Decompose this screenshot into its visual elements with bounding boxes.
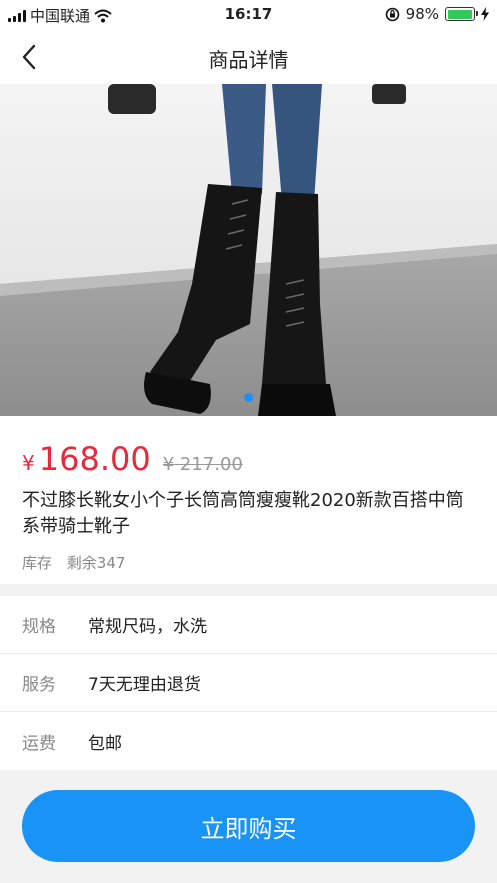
page-title: 商品详情: [208, 48, 289, 72]
attribute-row-shipping[interactable]: 运费 包邮: [0, 712, 497, 770]
price-currency: ¥: [22, 451, 35, 475]
product-title: 不过膝长靴女小个子长筒高筒瘦瘦靴2020新款百搭中筒系带骑士靴子: [22, 490, 464, 537]
status-bar: 中国联通 16:17 98%: [0, 0, 497, 28]
attribute-label: 规格: [22, 617, 56, 637]
attribute-row-service[interactable]: 服务 7天无理由退货: [0, 654, 497, 712]
attribute-value: 常规尺码，水洗: [88, 617, 207, 637]
original-price: ¥ 217.00: [162, 454, 243, 475]
bottom-action-bar: 立即购买: [0, 774, 497, 883]
carousel-dot-active[interactable]: [244, 393, 253, 402]
charging-icon: [481, 7, 489, 21]
attribute-label: 服务: [22, 675, 56, 695]
stock-label: 库存: [22, 554, 53, 572]
stock-remaining: 剩余347: [66, 554, 126, 572]
stock-info: 库存 剩余347: [22, 552, 125, 573]
attribute-value: 7天无理由退货: [88, 675, 201, 695]
product-info-card: ¥ 168.00 ¥ 217.00 不过膝长靴女小个子长筒高筒瘦瘦靴2020新款…: [0, 416, 497, 584]
attribute-value: 包邮: [88, 733, 122, 754]
current-price: 168.00: [38, 440, 151, 478]
attribute-row-spec[interactable]: 规格 常规尺码，水洗: [0, 596, 497, 654]
price-row: ¥ 168.00 ¥ 217.00: [22, 440, 243, 478]
nav-bar: 商品详情: [0, 28, 497, 84]
buy-now-button[interactable]: 立即购买: [22, 790, 475, 862]
carousel-indicators: [0, 393, 497, 402]
product-photo: [0, 84, 497, 416]
battery-icon: [445, 7, 478, 21]
product-attributes: 规格 常规尺码，水洗 服务 7天无理由退货 运费 包邮: [0, 596, 497, 770]
orientation-lock-icon: [385, 7, 399, 21]
attribute-label: 运费: [22, 733, 56, 754]
product-image-carousel[interactable]: [0, 84, 497, 416]
battery-percent: 98%: [405, 5, 439, 23]
battery-fill: [447, 9, 472, 19]
status-right-group: 98%: [385, 5, 489, 23]
